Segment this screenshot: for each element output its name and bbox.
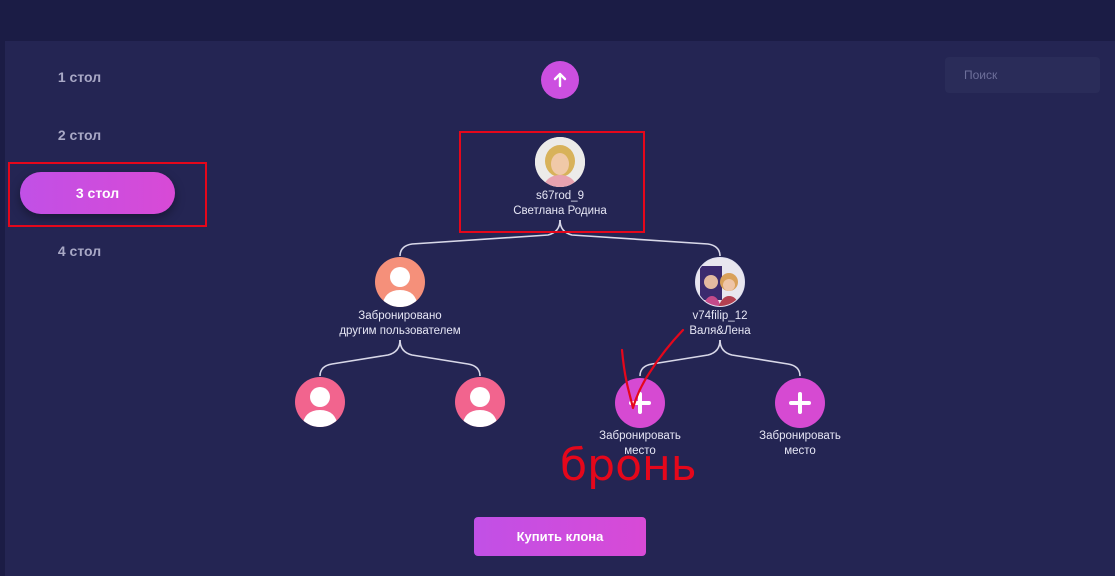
annotation-checkmark (620, 328, 685, 410)
annotation-text: бронь (560, 440, 697, 491)
